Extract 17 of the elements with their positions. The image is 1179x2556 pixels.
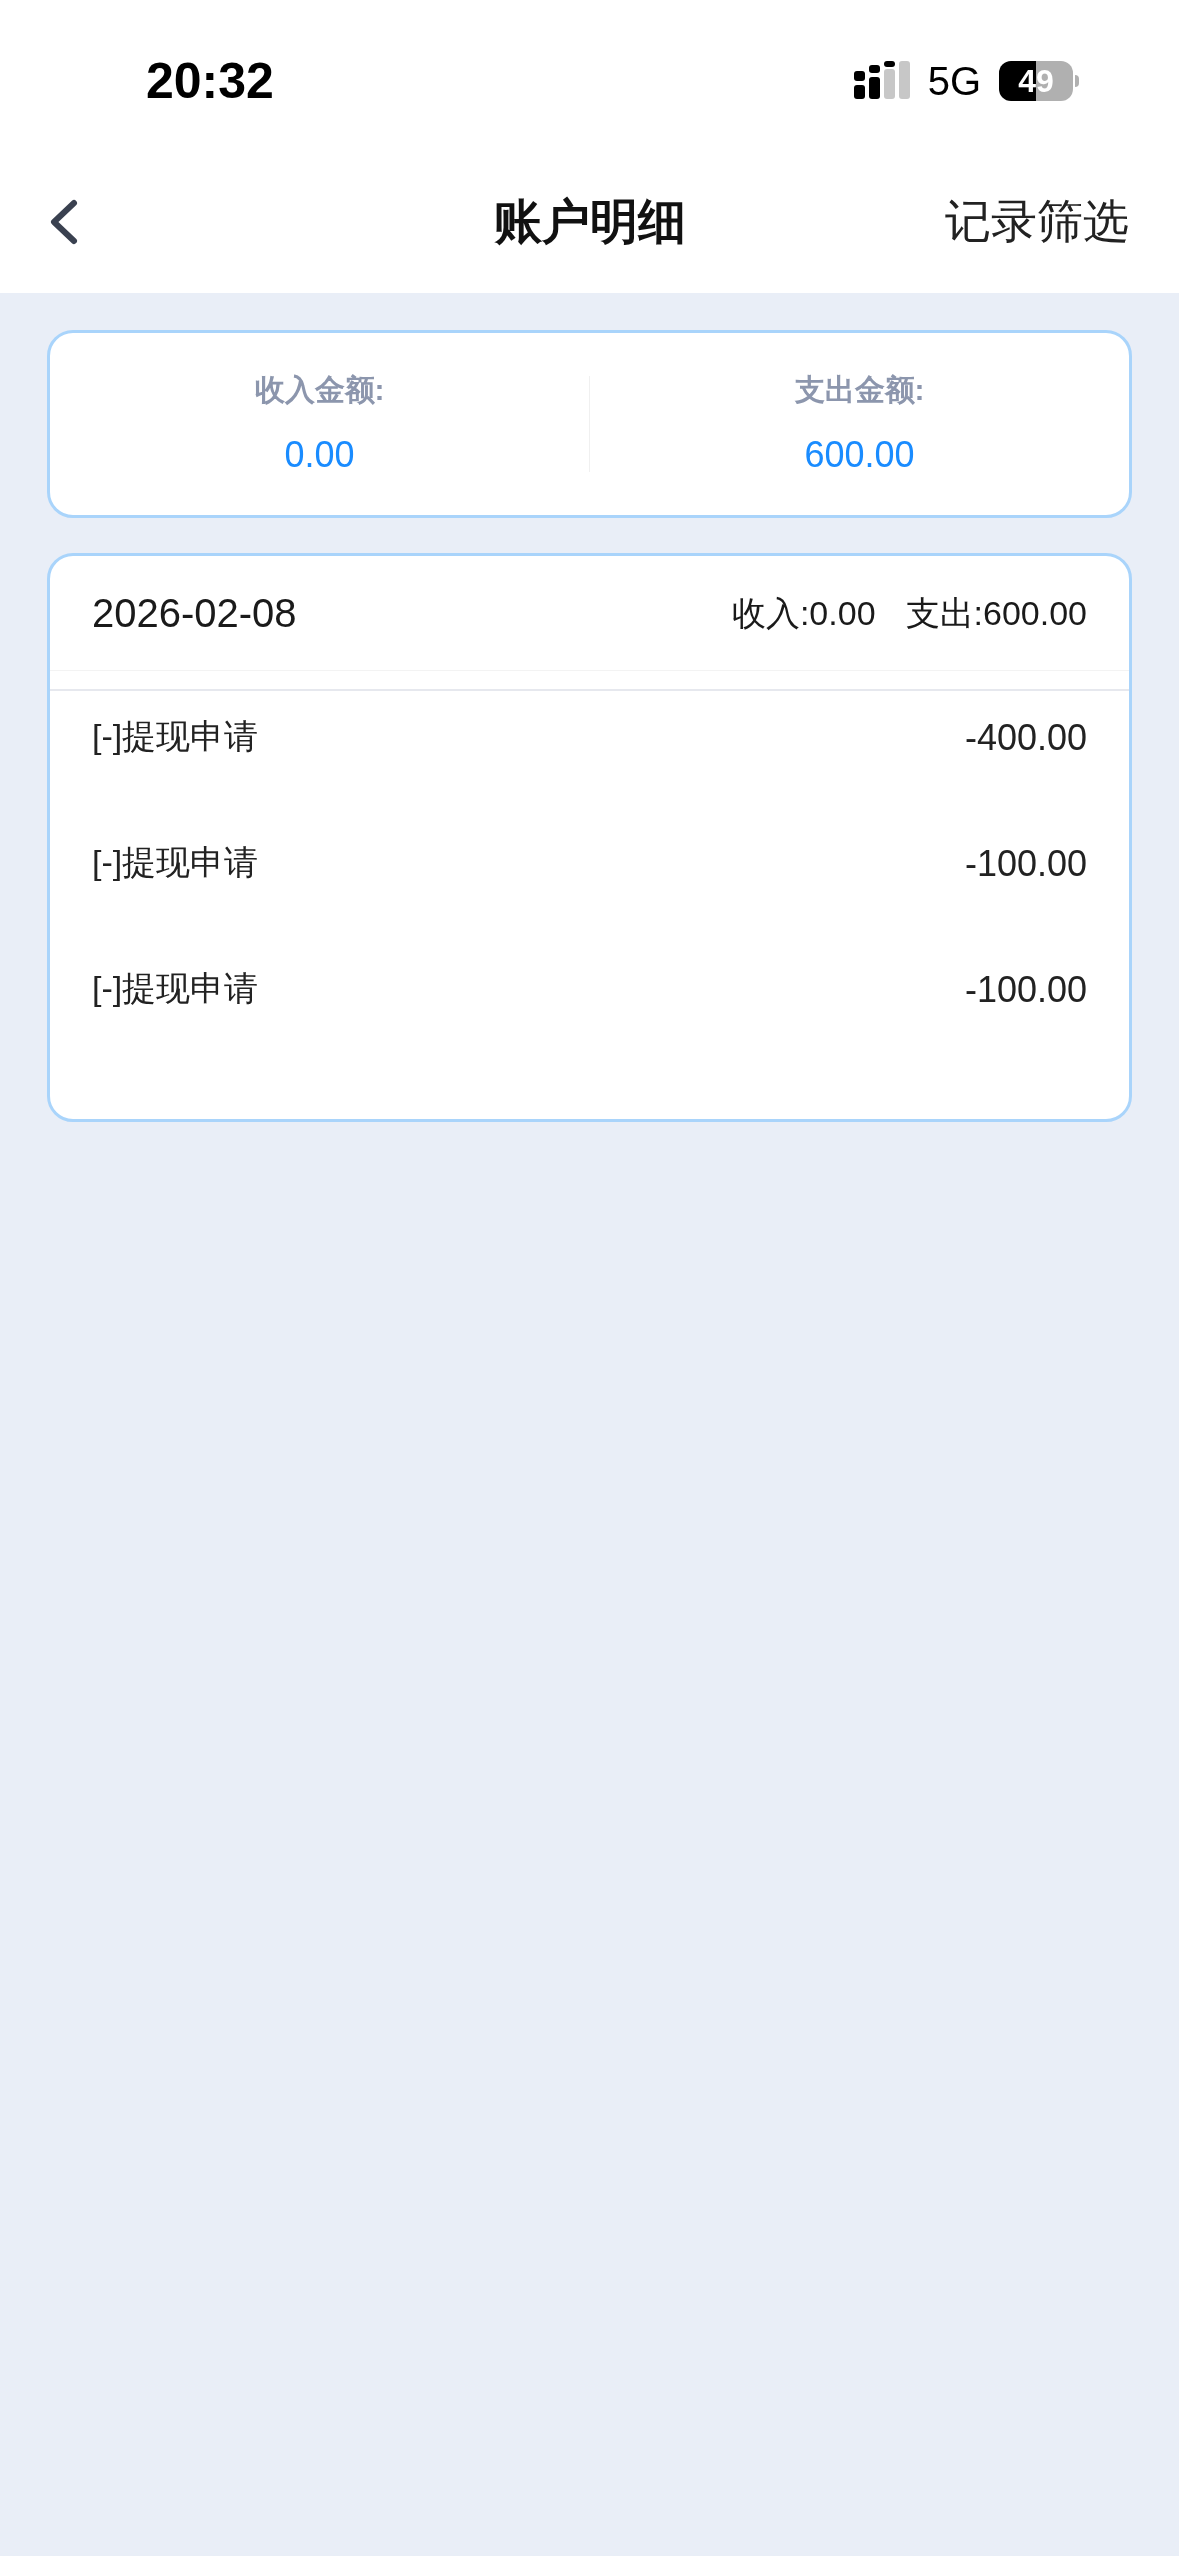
- network-label: 5G: [927, 58, 981, 105]
- summary-value: 0.00: [284, 432, 355, 477]
- transaction-amount: -100.00: [964, 968, 1087, 1012]
- transaction-title: [-]提现申请: [92, 842, 259, 883]
- transaction-title: [-]提现申请: [92, 968, 259, 1009]
- day-income: 收入:0.00: [731, 592, 876, 634]
- page-title: 账户明细: [493, 193, 686, 250]
- filter-records-link[interactable]: 记录筛选: [945, 187, 1129, 256]
- summary-label: 收入金额:: [254, 371, 385, 408]
- transaction-amount: -400.00: [964, 716, 1087, 760]
- transaction-title: [-]提现申请: [92, 716, 259, 757]
- day-expense: 支出:600.00: [905, 592, 1087, 634]
- transaction-amount: -100.00: [964, 842, 1087, 886]
- status-time: 20:32: [146, 51, 274, 111]
- summary-value: 600.00: [804, 432, 915, 477]
- summary-label: 支出金额:: [794, 371, 925, 408]
- day-date: 2026-02-08: [92, 590, 297, 637]
